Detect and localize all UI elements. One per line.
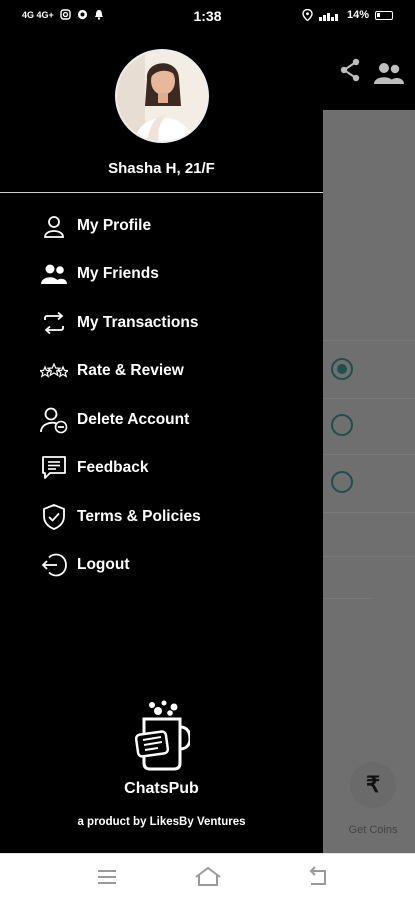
- get-coins-label: Get Coins: [348, 824, 398, 836]
- location-icon: [302, 9, 313, 21]
- menu-item-label: Logout: [77, 556, 130, 573]
- divider: [323, 598, 371, 599]
- divider: [323, 512, 415, 513]
- menu-item-label: Terms & Policies: [77, 508, 201, 525]
- menu-icon[interactable]: [94, 866, 120, 888]
- status-right: 14%: [302, 9, 393, 21]
- menu-item-feedback[interactable]: Feedback: [40, 448, 310, 488]
- navigation-drawer: Shasha H, 21/F My Profile My Friends My …: [0, 34, 323, 853]
- battery-icon: [375, 10, 393, 20]
- menu-item-label: Rate & Review: [77, 362, 184, 379]
- divider: [0, 192, 323, 193]
- divider: [323, 398, 415, 399]
- radio-option-selected[interactable]: [331, 358, 353, 380]
- menu-item-terms-policies[interactable]: Terms & Policies: [40, 497, 310, 537]
- menu-item-label: My Profile: [77, 217, 152, 234]
- back-icon[interactable]: [305, 866, 331, 888]
- divider: [323, 556, 415, 557]
- status-bar: 4G 4G+ 1:38 14%: [0, 0, 415, 34]
- menu-item-logout[interactable]: Logout: [40, 545, 310, 585]
- menu-item-label: My Transactions: [77, 314, 199, 331]
- friends-icon: [40, 260, 68, 288]
- radio-option[interactable]: [331, 414, 353, 436]
- brand-tagline: a product by LikesBy Ventures: [77, 816, 246, 828]
- menu-item-label: My Friends: [77, 265, 159, 282]
- menu-item-label: Delete Account: [77, 411, 190, 428]
- logout-icon: [40, 551, 68, 579]
- share-icon[interactable]: [339, 58, 361, 82]
- menu-item-label: Feedback: [77, 459, 149, 476]
- radio-option[interactable]: [331, 471, 353, 493]
- divider: [323, 340, 415, 341]
- home-icon[interactable]: [194, 866, 222, 888]
- menu-item-delete-account[interactable]: Delete Account: [40, 400, 310, 440]
- shield-check-icon: [40, 503, 68, 531]
- chatspub-logo-icon: [134, 700, 190, 771]
- divider: [323, 454, 415, 455]
- user-icon: [40, 212, 68, 240]
- avatar-photo: [117, 51, 207, 141]
- feedback-icon: [40, 454, 68, 482]
- stars-icon: [40, 357, 68, 385]
- menu-item-my-friends[interactable]: My Friends: [40, 254, 310, 294]
- get-coins-button[interactable]: ₹: [350, 762, 396, 808]
- user-name: Shasha H, 21/F: [108, 160, 215, 177]
- menu-item-my-transactions[interactable]: My Transactions: [40, 303, 310, 343]
- signal-icon: [318, 12, 338, 21]
- system-navigation-bar: [0, 853, 415, 900]
- brand-name: ChatsPub: [124, 780, 199, 797]
- delete-account-icon: [40, 406, 68, 434]
- menu-item-my-profile[interactable]: My Profile: [40, 206, 310, 246]
- battery-percent: 14%: [346, 9, 369, 21]
- menu-item-rate-review[interactable]: Rate & Review: [40, 351, 310, 391]
- transactions-icon: [40, 309, 68, 337]
- people-icon[interactable]: [374, 62, 404, 84]
- avatar[interactable]: [115, 49, 209, 143]
